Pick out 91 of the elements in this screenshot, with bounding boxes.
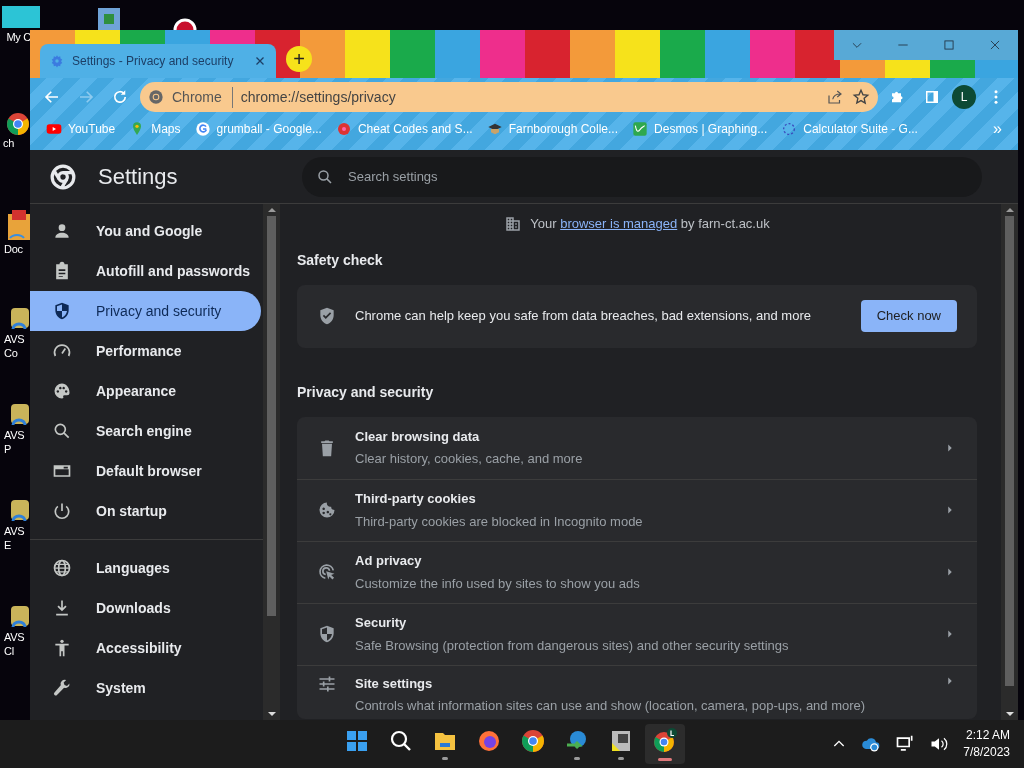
- desktop-icon-label: AVS E: [4, 524, 26, 552]
- nav-item[interactable]: On startup: [30, 491, 261, 531]
- settings-row[interactable]: Third-party cookies Third-party cookies are blocked in Incognito mode: [297, 478, 977, 541]
- desktop-icon-label: AVS P: [4, 428, 26, 456]
- desktop-icon-label: AVS Co: [4, 332, 26, 360]
- url-text: chrome://settings/privacy: [240, 87, 397, 107]
- content-scrollbar[interactable]: [1001, 204, 1018, 720]
- wrench-icon: [52, 678, 72, 698]
- clock-date[interactable]: 7/8/2023: [963, 744, 1010, 761]
- search-icon: [52, 421, 72, 441]
- row-subtitle: Clear history, cookies, cache, and more: [355, 450, 584, 468]
- back-arrow-icon[interactable]: [43, 88, 61, 106]
- new-tab-button[interactable]: +: [286, 46, 312, 72]
- search-field[interactable]: Search settings: [302, 156, 982, 197]
- target-cursor-icon: [317, 562, 337, 582]
- section-heading: Privacy and security: [297, 382, 435, 402]
- nav-item[interactable]: Appearance: [30, 371, 261, 411]
- managed-link[interactable]: browser is managed: [560, 216, 678, 231]
- graduation-cap-icon: [486, 121, 503, 137]
- clock-time[interactable]: 2:12 AM: [963, 727, 1010, 744]
- firefox-icon: [477, 728, 501, 753]
- shield-check-icon: [317, 306, 337, 326]
- desktop-icon-label: Doc: [4, 242, 24, 256]
- address-bar[interactable]: Chrome chrome://settings/privacy: [140, 82, 878, 112]
- monitor-icon[interactable]: [1, 4, 41, 30]
- google-g-icon: [194, 121, 211, 137]
- profile-avatar[interactable]: L: [952, 85, 976, 109]
- cookie-icon: [317, 500, 337, 520]
- settings-row[interactable]: Clear browsing data Clear history, cookies, cache, and more: [297, 416, 977, 479]
- globe-icon: [52, 558, 72, 578]
- circle-dots-icon: [781, 121, 798, 137]
- row-title: Clear browsing data: [355, 427, 481, 446]
- side-panel-icon[interactable]: [923, 88, 941, 106]
- desktop-icon-label: AVS Cl: [4, 630, 26, 658]
- browser-tab[interactable]: Settings - Privacy and security: [40, 44, 276, 78]
- start-icon: [345, 728, 369, 753]
- row-subtitle: Controls what information sites can use and show (location, camera, pop-ups, and more): [355, 697, 867, 715]
- nav-item[interactable]: Default browser: [30, 451, 261, 491]
- app-window-icon: [609, 728, 633, 753]
- settings-row[interactable]: Ad privacy Customize the info used by sites to show you ads: [297, 540, 977, 603]
- person-icon: [52, 221, 72, 241]
- managed-notice: Your browser is managed by farn-ct.ac.uk: [530, 215, 770, 233]
- nav-item[interactable]: Privacy and security: [30, 291, 261, 331]
- folder-icon[interactable]: [5, 208, 32, 242]
- row-title: Site settings: [355, 674, 434, 693]
- row-subtitle: Third-party cookies are blocked in Incognito mode: [355, 512, 644, 531]
- chrome-icon: [521, 728, 545, 753]
- nav-item[interactable]: Search engine: [30, 411, 261, 451]
- accessibility-icon: [52, 638, 72, 658]
- settings-title: Settings: [98, 163, 178, 191]
- nav-item[interactable]: You and Google: [30, 211, 261, 251]
- chrome-logo-icon: [148, 89, 164, 105]
- chrome-profile-icon: [652, 727, 678, 754]
- shield-icon: [52, 301, 72, 321]
- nav-item[interactable]: System: [30, 668, 261, 708]
- site-chip: Chrome: [172, 86, 233, 108]
- desmos-graph-icon: [632, 121, 649, 137]
- check-now-button[interactable]: Check now: [860, 300, 957, 332]
- star-icon[interactable]: [852, 88, 870, 106]
- nav-item[interactable]: Downloads: [30, 588, 261, 628]
- youtube-icon: [46, 121, 62, 137]
- row-title: Security: [355, 614, 408, 632]
- shield-icon: [317, 624, 337, 644]
- desktop-icon-label: ch: [3, 136, 16, 150]
- share-icon[interactable]: [826, 88, 844, 106]
- network-monitor-icon[interactable]: [895, 734, 916, 754]
- row-title: Third-party cookies: [355, 490, 477, 508]
- power-icon: [52, 501, 72, 521]
- row-subtitle: Customize the info used by sites to show you ads: [355, 574, 641, 593]
- close-icon[interactable]: [254, 55, 266, 67]
- desktop-icon-label: My C: [6, 30, 32, 44]
- palette-icon: [52, 381, 72, 401]
- row-subtitle: Safe Browsing (protection from dangerous sites) and other security settings: [355, 636, 790, 655]
- settings-row[interactable]: Site settings Controls what information sites can use and show (location, camera, pop-ups, and more): [297, 664, 977, 719]
- building-icon: [504, 214, 523, 233]
- nav-item[interactable]: Autofill and passwords: [30, 251, 261, 291]
- nav-item[interactable]: Accessibility: [30, 628, 261, 668]
- nav-item[interactable]: Performance: [30, 331, 261, 371]
- row-title: Ad privacy: [355, 552, 423, 570]
- settings-row[interactable]: Security Safe Browsing (protection from dangerous sites) and other security settings: [297, 602, 977, 665]
- nav-item[interactable]: Languages: [30, 548, 261, 588]
- search-icon: [389, 728, 413, 753]
- taskbar-app[interactable]: [645, 724, 685, 764]
- safety-check-text: Chrome can help keep you safe from data breaches, bad extensions, and more: [355, 307, 812, 326]
- sidebar-scrollbar[interactable]: [263, 204, 280, 720]
- chrome-icon[interactable]: [5, 112, 30, 136]
- chrome-logo-icon: [50, 163, 76, 190]
- section-heading: Safety check: [297, 250, 384, 270]
- close-icon[interactable]: [988, 38, 1002, 52]
- search-icon: [316, 167, 334, 186]
- reload-icon[interactable]: [111, 88, 129, 106]
